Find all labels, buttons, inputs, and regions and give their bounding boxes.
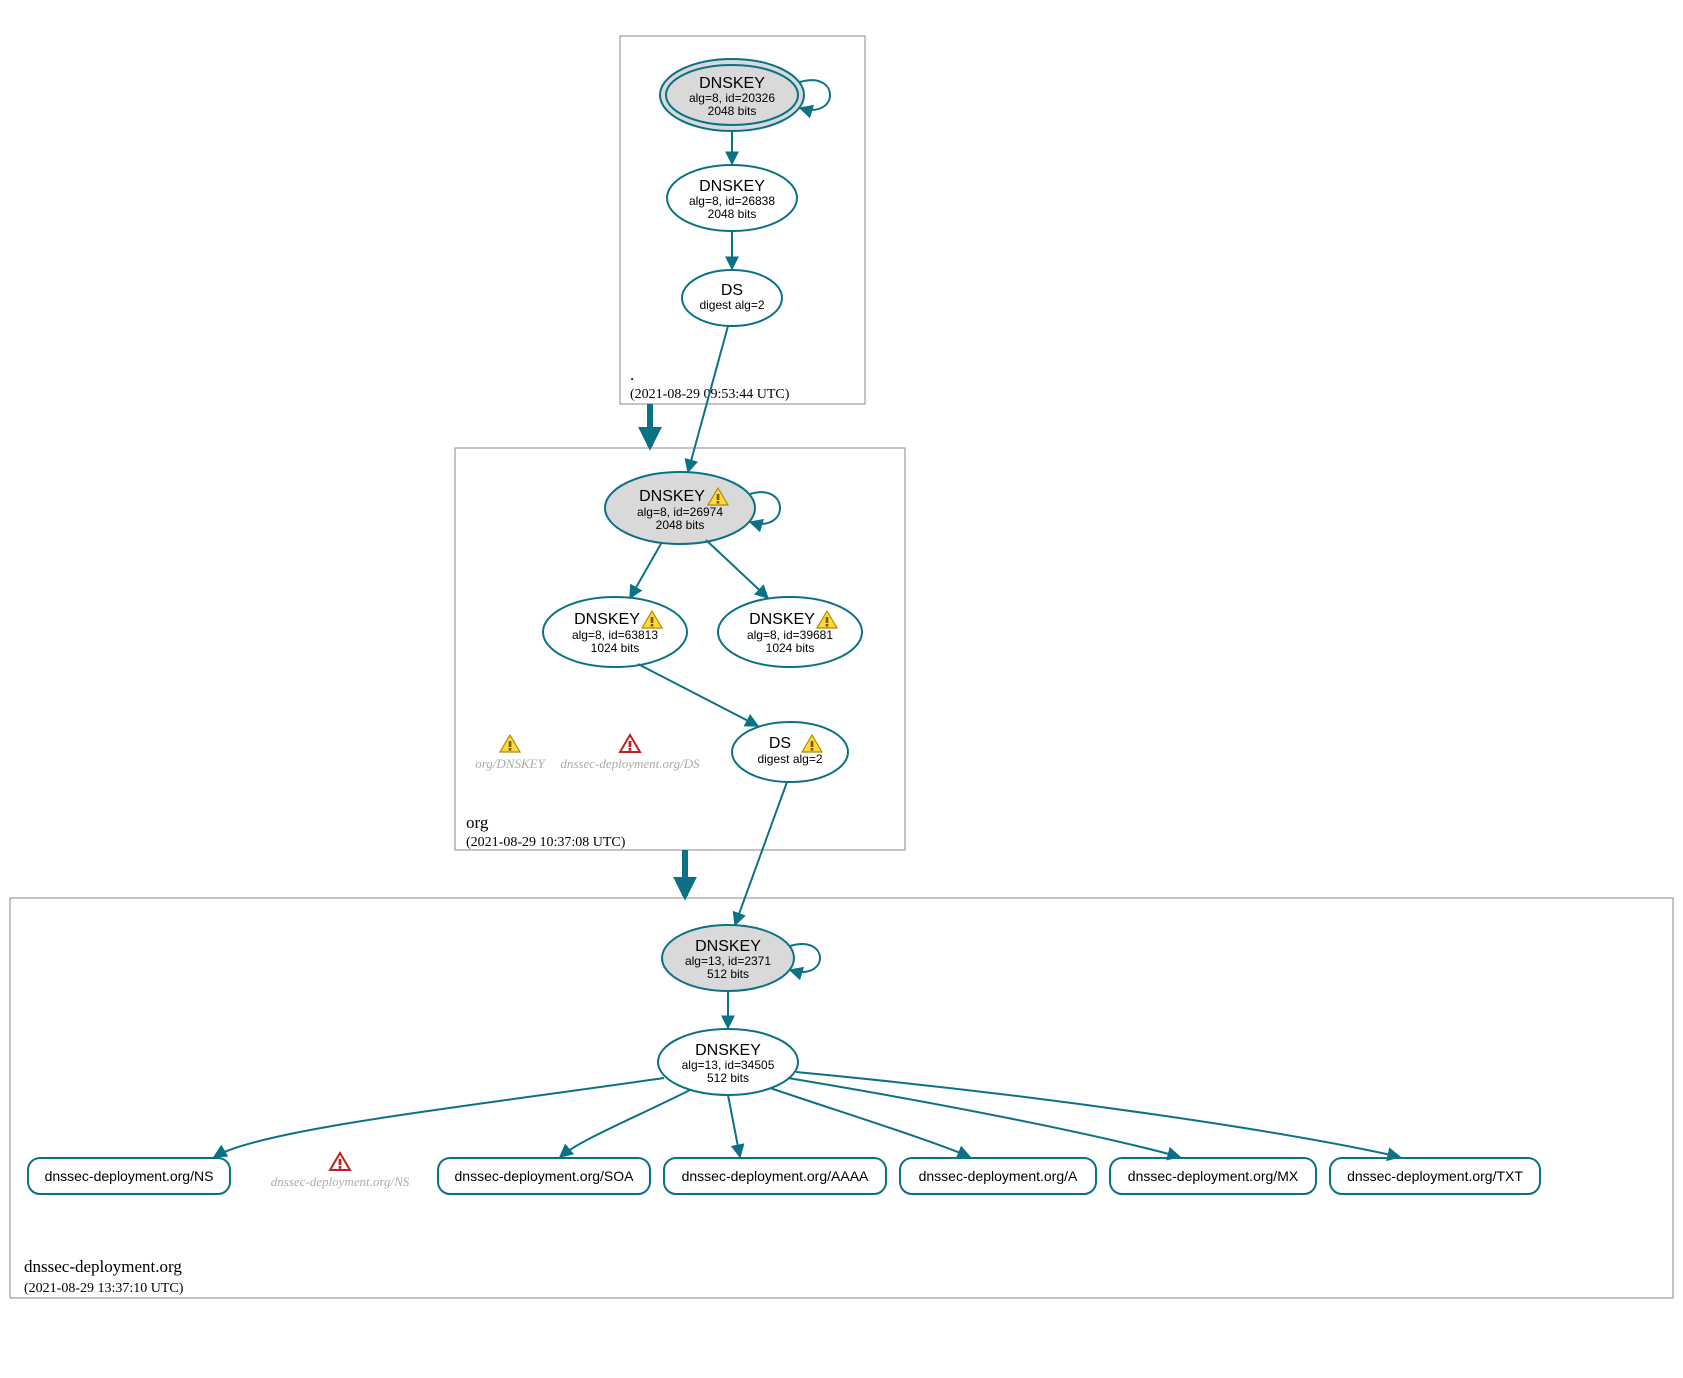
node-org-zsk1-title: DNSKEY <box>574 611 640 628</box>
node-org-zsk1-sub1: alg=8, id=63813 <box>572 628 658 642</box>
node-dd-zsk-sub2: 512 bits <box>707 1071 749 1085</box>
node-dd-zsk-title: DNSKEY <box>695 1042 761 1059</box>
edge-org-ksk-zsk2 <box>706 540 768 598</box>
node-org-zsk1-sub2: 1024 bits <box>591 641 640 655</box>
zone-timestamp-dd: (2021-08-29 13:37:10 UTC) <box>24 1281 184 1296</box>
phantom-org-ds: dnssec-deployment.org/DS <box>560 735 700 771</box>
edge-zsk-soa <box>560 1090 690 1157</box>
node-org-ksk-sub2: 2048 bits <box>656 518 705 532</box>
node-root-zsk[interactable]: DNSKEY alg=8, id=26838 2048 bits <box>667 165 797 231</box>
rr-mx-label: dnssec-deployment.org/MX <box>1128 1168 1299 1184</box>
node-root-ksk-title: DNSKEY <box>699 75 765 92</box>
error-icon <box>620 735 640 752</box>
edge-org-ds-dd-ksk <box>735 782 787 925</box>
node-org-ksk[interactable]: DNSKEY alg=8, id=26974 2048 bits <box>605 472 755 544</box>
node-root-ksk[interactable]: DNSKEY alg=8, id=20326 2048 bits <box>660 59 804 131</box>
node-dd-ksk-sub1: alg=13, id=2371 <box>685 954 771 968</box>
edge-zsk-aaaa <box>728 1095 740 1157</box>
node-root-ds-title: DS <box>721 282 743 299</box>
node-org-ksk-title: DNSKEY <box>639 488 705 505</box>
node-dd-ksk[interactable]: DNSKEY alg=13, id=2371 512 bits <box>662 925 794 991</box>
edge-zsk-mx <box>788 1078 1180 1157</box>
node-dd-zsk[interactable]: DNSKEY alg=13, id=34505 512 bits <box>658 1029 798 1095</box>
rr-ns-label: dnssec-deployment.org/NS <box>45 1168 214 1184</box>
node-dd-ksk-sub2: 512 bits <box>707 967 749 981</box>
node-dd-ksk-title: DNSKEY <box>695 938 761 955</box>
node-org-zsk2[interactable]: DNSKEY alg=8, id=39681 1024 bits <box>718 597 862 667</box>
node-org-ds[interactable]: DS digest alg=2 <box>732 722 848 782</box>
edge-org-zsk1-ds <box>638 664 758 726</box>
zone-timestamp-org: (2021-08-29 10:37:08 UTC) <box>466 835 626 850</box>
warning-icon <box>500 735 520 752</box>
node-root-zsk-title: DNSKEY <box>699 178 765 195</box>
svg-text:org/DNSKEY: org/DNSKEY <box>475 756 546 771</box>
edge-zsk-a <box>770 1088 970 1157</box>
node-rr-a[interactable]: dnssec-deployment.org/A <box>900 1158 1096 1194</box>
svg-text:dnssec-deployment.org/DS: dnssec-deployment.org/DS <box>560 756 700 771</box>
node-dd-zsk-sub1: alg=13, id=34505 <box>682 1058 775 1072</box>
error-icon <box>330 1153 350 1170</box>
edge-zsk-txt <box>796 1072 1400 1157</box>
phantom-org-dnskey: org/DNSKEY <box>475 735 546 771</box>
rr-soa-label: dnssec-deployment.org/SOA <box>455 1168 635 1184</box>
rr-txt-label: dnssec-deployment.org/TXT <box>1347 1168 1523 1184</box>
zone-label-dd: dnssec-deployment.org <box>24 1257 182 1276</box>
node-root-ds[interactable]: DS digest alg=2 <box>682 270 782 326</box>
node-root-zsk-sub2: 2048 bits <box>708 207 757 221</box>
node-root-ksk-sub2: 2048 bits <box>708 104 757 118</box>
edge-org-ksk-zsk1 <box>630 542 662 598</box>
svg-text:dnssec-deployment.org/NS: dnssec-deployment.org/NS <box>271 1174 410 1189</box>
node-root-zsk-sub1: alg=8, id=26838 <box>689 194 775 208</box>
zone-label-root: . <box>630 365 634 384</box>
phantom-dd-ns: dnssec-deployment.org/NS <box>271 1153 410 1189</box>
node-org-zsk2-sub1: alg=8, id=39681 <box>747 628 833 642</box>
node-org-zsk2-title: DNSKEY <box>749 611 815 628</box>
node-root-ksk-sub1: alg=8, id=20326 <box>689 91 775 105</box>
rr-a-label: dnssec-deployment.org/A <box>919 1168 1078 1184</box>
edge-zsk-ns <box>214 1078 664 1157</box>
node-rr-txt[interactable]: dnssec-deployment.org/TXT <box>1330 1158 1540 1194</box>
node-org-ksk-sub1: alg=8, id=26974 <box>637 505 723 519</box>
node-rr-mx[interactable]: dnssec-deployment.org/MX <box>1110 1158 1316 1194</box>
node-rr-soa[interactable]: dnssec-deployment.org/SOA <box>438 1158 650 1194</box>
node-rr-aaaa[interactable]: dnssec-deployment.org/AAAA <box>664 1158 886 1194</box>
node-org-zsk1[interactable]: DNSKEY alg=8, id=63813 1024 bits <box>543 597 687 667</box>
node-org-zsk2-sub2: 1024 bits <box>766 641 815 655</box>
node-root-ds-sub1: digest alg=2 <box>699 298 764 312</box>
rr-aaaa-label: dnssec-deployment.org/AAAA <box>682 1168 869 1184</box>
zone-label-org: org <box>466 813 489 832</box>
zone-box-dd <box>10 898 1673 1298</box>
node-org-ds-sub1: digest alg=2 <box>757 752 822 766</box>
node-rr-ns[interactable]: dnssec-deployment.org/NS <box>28 1158 230 1194</box>
node-org-ds-title: DS <box>769 735 791 752</box>
